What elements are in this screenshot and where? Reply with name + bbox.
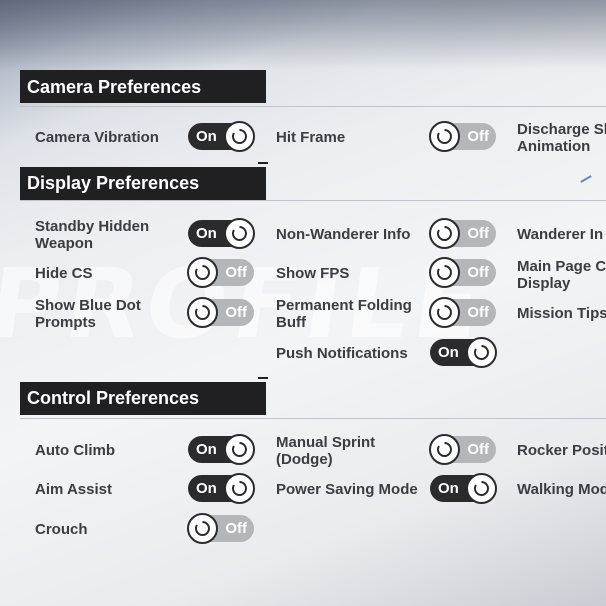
manual-sprint-label: Manual Sprint (Dodge): [276, 434, 375, 468]
main-page-label-line1: Main Page Cl: [517, 258, 606, 275]
power-icon: [429, 297, 460, 328]
standby-label-line1: Standby Hidden: [35, 218, 150, 235]
power-icon: [429, 121, 460, 152]
manual-sprint-label-line1: Manual Sprint: [276, 434, 376, 451]
discharge-label-line1: Discharge Sk: [517, 121, 606, 138]
camera-section-divider: [20, 106, 606, 107]
push-notifications-label: Push Notifications: [276, 345, 408, 362]
push-notifications-toggle[interactable]: On: [430, 337, 497, 368]
toggle-off-text: Off: [225, 304, 247, 321]
power-icon: [187, 297, 218, 328]
display-section-divider: [20, 200, 606, 201]
power-icon: [429, 218, 460, 249]
show-fps-label: Show FPS: [276, 265, 350, 282]
control-section-divider: [20, 418, 606, 419]
non-wanderer-info-toggle[interactable]: Off: [429, 218, 496, 249]
blue-dot-label-line2: Prompts: [35, 314, 96, 331]
hit-frame-toggle[interactable]: Off: [429, 121, 496, 152]
power-icon: [466, 337, 497, 368]
power-icon: [429, 434, 460, 465]
discharge-skill-animation-label: Discharge Sk Animation: [517, 121, 606, 155]
crouch-label: Crouch: [35, 521, 88, 538]
toggle-off-text: Off: [467, 264, 489, 281]
toggle-off-text: Off: [467, 128, 489, 145]
display-preferences-header: Display Preferences: [20, 167, 266, 200]
standby-hidden-weapon-toggle[interactable]: On: [188, 218, 255, 249]
toggle-off-text: Off: [225, 264, 247, 281]
auto-climb-label: Auto Climb: [35, 442, 115, 459]
show-blue-dot-prompts-label: Show Blue Dot Prompts: [35, 297, 141, 331]
power-icon: [224, 473, 255, 504]
power-icon: [429, 257, 460, 288]
toggle-off-text: Off: [467, 304, 489, 321]
power-icon: [187, 513, 218, 544]
toggle-on-text: On: [438, 344, 459, 361]
hide-cs-toggle[interactable]: Off: [187, 257, 254, 288]
crouch-toggle[interactable]: Off: [187, 513, 254, 544]
toggle-on-text: On: [196, 480, 217, 497]
mission-tips-label: Mission Tips: [517, 305, 606, 322]
blue-dot-label-line1: Show Blue Dot: [35, 297, 141, 314]
power-saving-mode-toggle[interactable]: On: [430, 473, 497, 504]
show-blue-dot-prompts-toggle[interactable]: Off: [187, 297, 254, 328]
toggle-off-text: Off: [467, 225, 489, 242]
rocker-position-label: Rocker Positi: [517, 442, 606, 459]
toggle-on-text: On: [438, 480, 459, 497]
permanent-folding-buff-label: Permanent Folding Buff: [276, 297, 412, 331]
manual-sprint-toggle[interactable]: Off: [429, 434, 496, 465]
decorative-mark: [580, 175, 592, 183]
toggle-off-text: Off: [467, 441, 489, 458]
control-preferences-title: Control Preferences: [27, 388, 200, 408]
header-tick: [258, 162, 268, 164]
camera-vibration-toggle[interactable]: On: [188, 121, 255, 152]
toggle-on-text: On: [196, 128, 217, 145]
wanderer-info-label: Wanderer In: [517, 226, 604, 243]
header-tick: [258, 377, 268, 379]
auto-climb-toggle[interactable]: On: [188, 434, 255, 465]
power-icon: [224, 434, 255, 465]
camera-vibration-label: Camera Vibration: [35, 129, 159, 146]
standby-hidden-weapon-label: Standby Hidden Weapon: [35, 218, 149, 252]
discharge-label-line2: Animation: [517, 138, 591, 155]
power-icon: [224, 218, 255, 249]
hit-frame-label: Hit Frame: [276, 129, 346, 146]
walking-mode-label: Walking Mod: [517, 481, 606, 498]
aim-assist-label: Aim Assist: [35, 481, 112, 498]
hide-cs-label: Hide CS: [35, 265, 93, 282]
aim-assist-toggle[interactable]: On: [188, 473, 255, 504]
toggle-on-text: On: [196, 441, 217, 458]
manual-sprint-label-line2: (Dodge): [276, 451, 333, 468]
standby-label-line2: Weapon: [35, 235, 94, 252]
folding-buff-label-line1: Permanent Folding: [276, 297, 412, 314]
power-icon: [224, 121, 255, 152]
show-fps-toggle[interactable]: Off: [429, 257, 496, 288]
power-icon: [466, 473, 497, 504]
display-preferences-title: Display Preferences: [27, 173, 200, 193]
power-saving-mode-label: Power Saving Mode: [276, 481, 418, 498]
toggle-off-text: Off: [225, 520, 247, 537]
camera-preferences-header: Camera Preferences: [20, 70, 266, 103]
toggle-on-text: On: [196, 225, 217, 242]
main-page-label-line2: Display: [517, 275, 571, 292]
top-gradient-band: [0, 0, 606, 70]
non-wanderer-info-label: Non-Wanderer Info: [276, 226, 411, 243]
main-page-display-label: Main Page Cl Display: [517, 258, 606, 292]
permanent-folding-buff-toggle[interactable]: Off: [429, 297, 496, 328]
control-preferences-header: Control Preferences: [20, 382, 266, 415]
power-icon: [187, 257, 218, 288]
folding-buff-label-line2: Buff: [276, 314, 306, 331]
camera-preferences-title: Camera Preferences: [27, 77, 202, 97]
